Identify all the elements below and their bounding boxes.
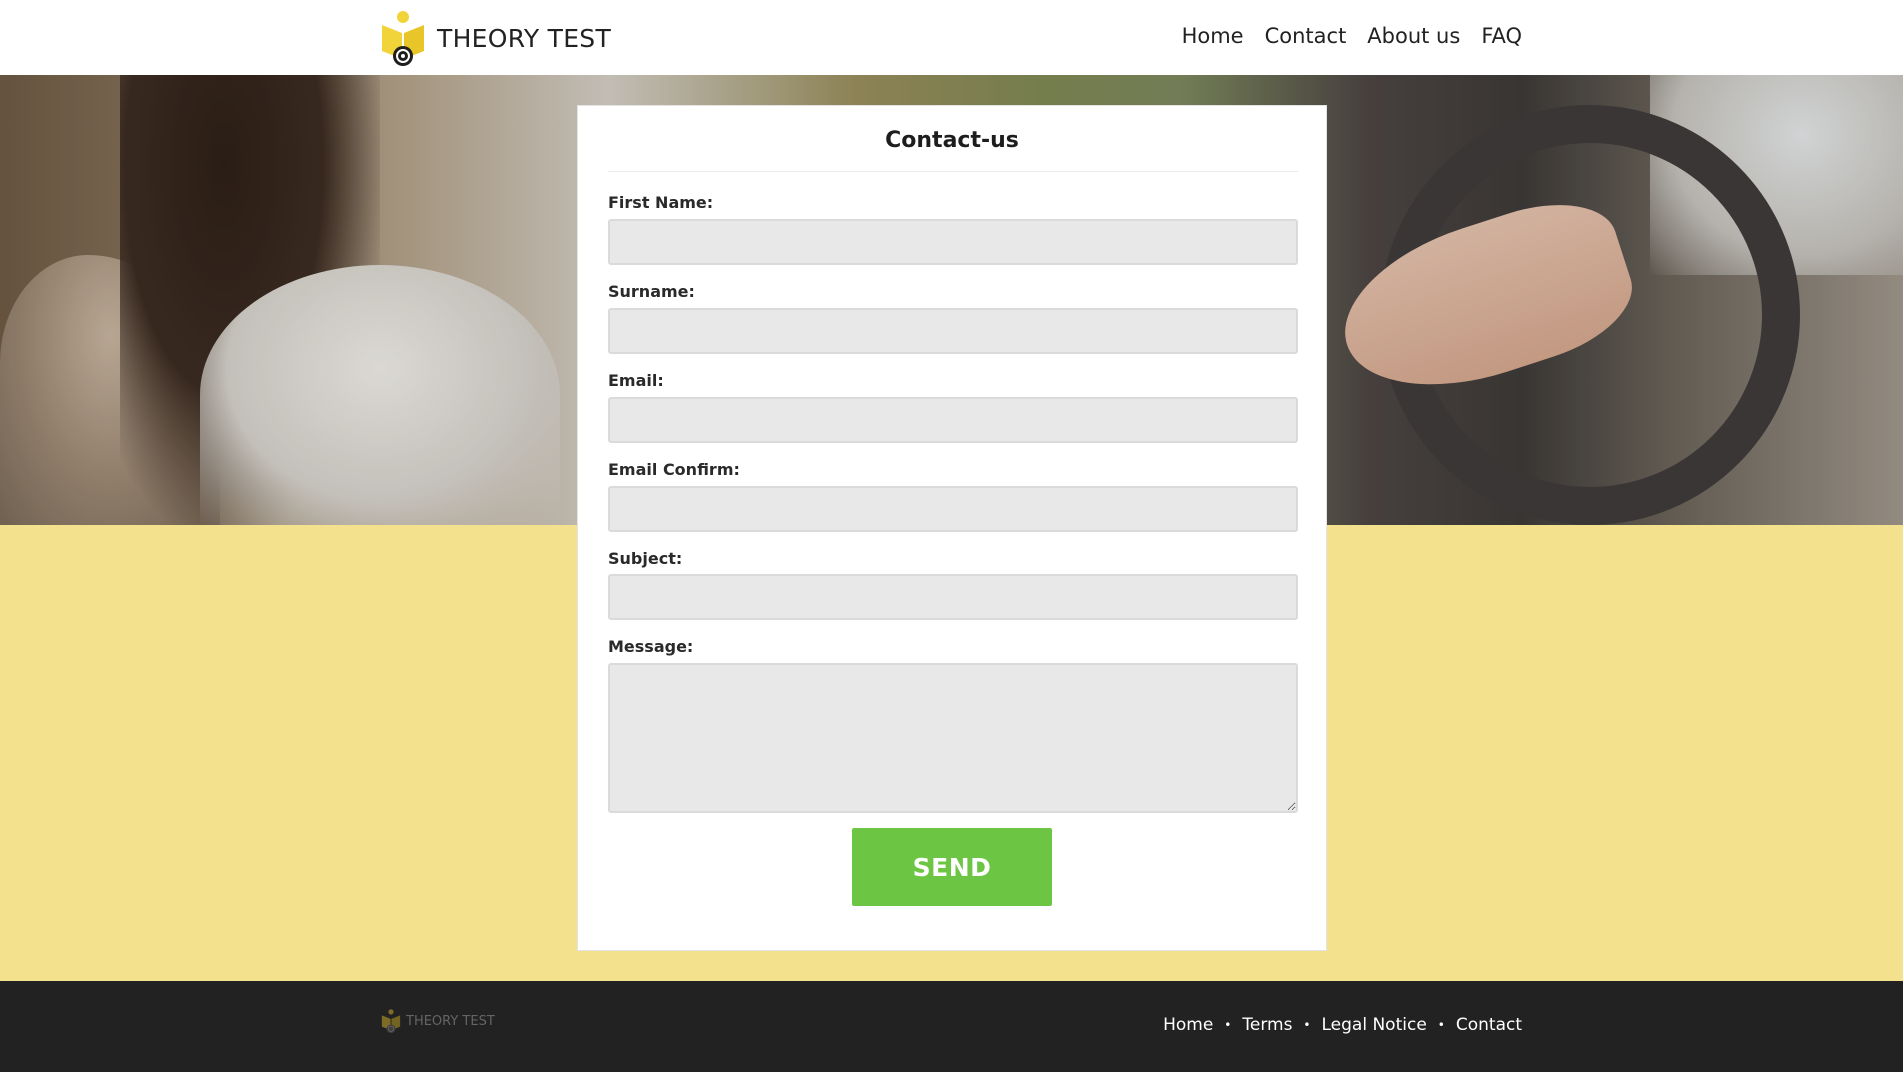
title-divider [608,171,1298,172]
nav-about-us[interactable]: About us [1367,24,1460,48]
footer-separator: • [1224,1018,1232,1032]
footer-separator: • [1303,1018,1311,1032]
footer-link-home[interactable]: Home [1163,1015,1213,1035]
brand-name: THEORY TEST [437,23,612,53]
main-nav: Home Contact About us FAQ [1182,24,1522,48]
nav-home[interactable]: Home [1182,24,1244,48]
email-label: Email: [608,371,664,390]
email-confirm-field[interactable] [608,486,1298,532]
site-logo[interactable]: THEORY TEST [380,9,611,67]
contact-form-card: Contact-us First Name: Surname: Email: E… [577,105,1327,951]
surname-label: Surname: [608,282,695,301]
footer-logo[interactable]: THEORY TEST [381,1007,495,1035]
message-label: Message: [608,637,694,656]
book-steering-wheel-icon [380,9,426,67]
book-steering-wheel-icon [381,1007,401,1035]
footer-link-terms[interactable]: Terms [1242,1015,1292,1035]
first-name-field[interactable] [608,219,1298,265]
footer-link-contact[interactable]: Contact [1456,1015,1522,1035]
nav-contact[interactable]: Contact [1265,24,1347,48]
footer-brand-name: THEORY TEST [406,1013,495,1029]
nav-faq[interactable]: FAQ [1481,24,1522,48]
footer-link-legal-notice[interactable]: Legal Notice [1322,1015,1427,1035]
footer-separator: • [1437,1018,1445,1032]
site-header: THEORY TEST Home Contact About us FAQ [0,0,1903,75]
first-name-label: First Name: [608,193,714,212]
site-footer: THEORY TEST Home • Terms • Legal Notice … [0,981,1903,1072]
subject-field[interactable] [608,574,1298,620]
email-field[interactable] [608,397,1298,443]
message-textarea[interactable] [608,663,1298,813]
subject-label: Subject: [608,549,683,568]
surname-field[interactable] [608,308,1298,354]
email-confirm-label: Email Confirm: [608,460,740,479]
send-button[interactable]: SEND [852,828,1052,906]
form-title: Contact-us [885,128,1019,153]
footer-nav: Home • Terms • Legal Notice • Contact [1163,1015,1522,1035]
